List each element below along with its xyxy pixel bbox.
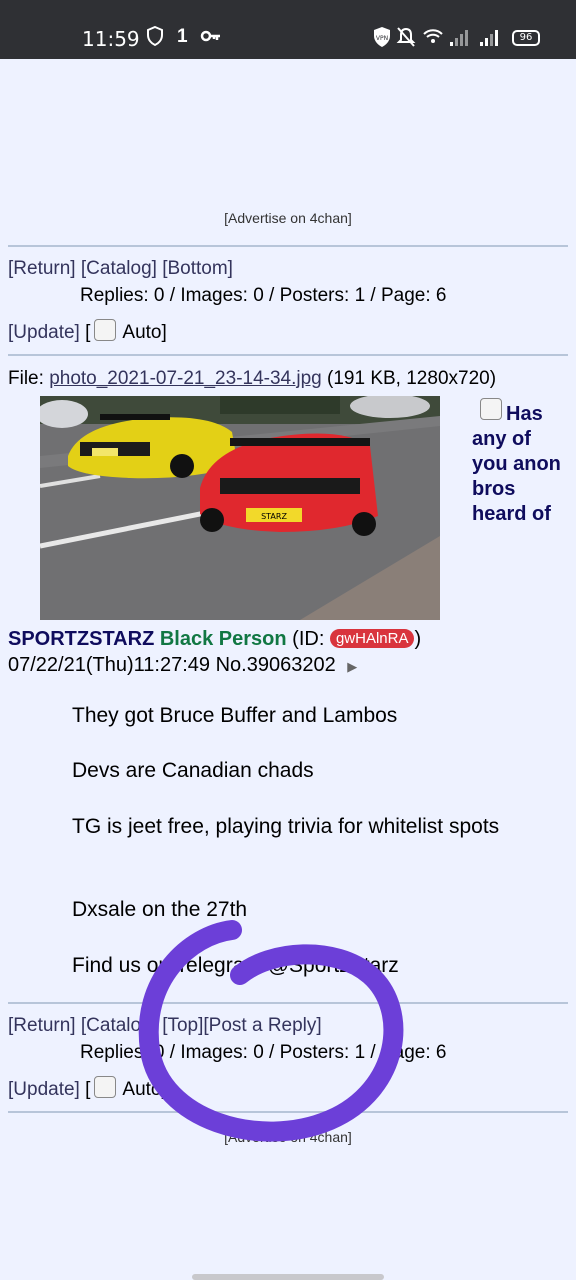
- divider: [8, 354, 568, 356]
- update-row: [Update] [ Auto]: [8, 1076, 167, 1101]
- subject-line: bros: [472, 478, 516, 500]
- post-menu-arrow-icon[interactable]: ▶: [347, 659, 357, 674]
- post-number-link[interactable]: No.39063202: [216, 654, 336, 676]
- notification-count: 1: [177, 26, 188, 47]
- file-prefix: File:: [8, 368, 44, 389]
- status-bar: 11:59 1 VPN 96: [0, 0, 576, 59]
- auto-checkbox[interactable]: [94, 1076, 117, 1098]
- home-indicator[interactable]: [192, 1274, 384, 1280]
- return-link[interactable]: [Return]: [8, 258, 76, 279]
- message-line: TG is jeet free, playing trivia for whit…: [72, 815, 500, 838]
- vpn-icon: VPN: [372, 26, 392, 53]
- update-row: [Update] [ Auto]: [8, 319, 167, 344]
- auto-label: Auto]: [122, 322, 167, 343]
- thread-stats: Replies: 0 / Images: 0 / Posters: 1 / Pa…: [80, 1042, 447, 1063]
- advertise-link[interactable]: [Advertise on 4chan]: [0, 1129, 576, 1145]
- advertise-link[interactable]: [Advertise on 4chan]: [0, 210, 576, 226]
- subject-line: any of: [472, 428, 531, 450]
- key-icon: [200, 26, 222, 51]
- bracket-open: [: [85, 1079, 91, 1100]
- mute-bell-icon: [396, 26, 416, 53]
- message-line: They got Bruce Buffer and Lambos: [72, 704, 398, 727]
- shield-icon: [146, 25, 164, 51]
- post-reply-link[interactable]: [Post a Reply]: [203, 1015, 321, 1036]
- subject-name: SPORTZSTARZ: [8, 628, 155, 650]
- clock: 11:59: [82, 27, 140, 51]
- file-info: File: photo_2021-07-21_23-14-34.jpg (191…: [8, 368, 496, 390]
- divider: [8, 1111, 568, 1113]
- catalog-link[interactable]: [Catalog]: [81, 258, 157, 279]
- bottom-link[interactable]: [Bottom]: [162, 258, 233, 279]
- catalog-link[interactable]: [Catalog]: [81, 1015, 157, 1036]
- post-date-line: 07/22/21(Thu)11:27:49 No.39063202 ▶: [8, 654, 357, 677]
- post-image[interactable]: STARZ: [40, 396, 440, 620]
- bottom-nav: [Return] [Catalog] [Top][Post a Reply]: [8, 1015, 322, 1037]
- subject-line: you anon: [472, 453, 561, 475]
- signal-icon: [450, 30, 472, 46]
- id-prefix: (ID:: [292, 628, 325, 650]
- battery-indicator: 96: [512, 30, 540, 46]
- wifi-icon: [422, 26, 444, 51]
- update-link[interactable]: [Update]: [8, 1079, 80, 1100]
- message-line: Find us on Telegram @SportzStarz: [72, 954, 399, 977]
- subject-line: Has: [506, 403, 543, 425]
- auto-checkbox[interactable]: [94, 319, 117, 341]
- poster-name: Black Person: [159, 628, 287, 650]
- svg-text:VPN: VPN: [376, 35, 388, 42]
- message-line: Devs are Canadian chads: [72, 759, 314, 782]
- top-nav: [Return] [Catalog] [Bottom]: [8, 258, 233, 280]
- post-header: SPORTZSTARZ Black Person (ID: gwHAlnRA): [8, 628, 421, 651]
- thread-stats: Replies: 0 / Images: 0 / Posters: 1 / Pa…: [80, 285, 447, 306]
- update-link[interactable]: [Update]: [8, 322, 80, 343]
- license-plate: STARZ: [261, 512, 287, 521]
- poster-id-badge[interactable]: gwHAlnRA: [329, 629, 415, 648]
- file-link[interactable]: photo_2021-07-21_23-14-34.jpg: [49, 368, 322, 389]
- bracket-open: [: [85, 322, 91, 343]
- divider: [8, 245, 568, 247]
- post-select-checkbox[interactable]: [480, 398, 502, 420]
- file-meta: (191 KB, 1280x720): [327, 368, 497, 389]
- message-line: Dxsale on the 27th: [72, 898, 248, 921]
- post-subject: Has any of you anon bros heard of: [472, 398, 572, 527]
- subject-line: heard of: [472, 503, 551, 525]
- signal-icon-2: [480, 30, 502, 46]
- top-link[interactable]: [Top]: [162, 1015, 203, 1036]
- divider: [8, 1002, 568, 1004]
- post-datetime: 07/22/21(Thu)11:27:49: [8, 654, 211, 676]
- id-suffix: ): [414, 628, 422, 650]
- return-link[interactable]: [Return]: [8, 1015, 76, 1036]
- auto-label: Auto]: [122, 1079, 167, 1100]
